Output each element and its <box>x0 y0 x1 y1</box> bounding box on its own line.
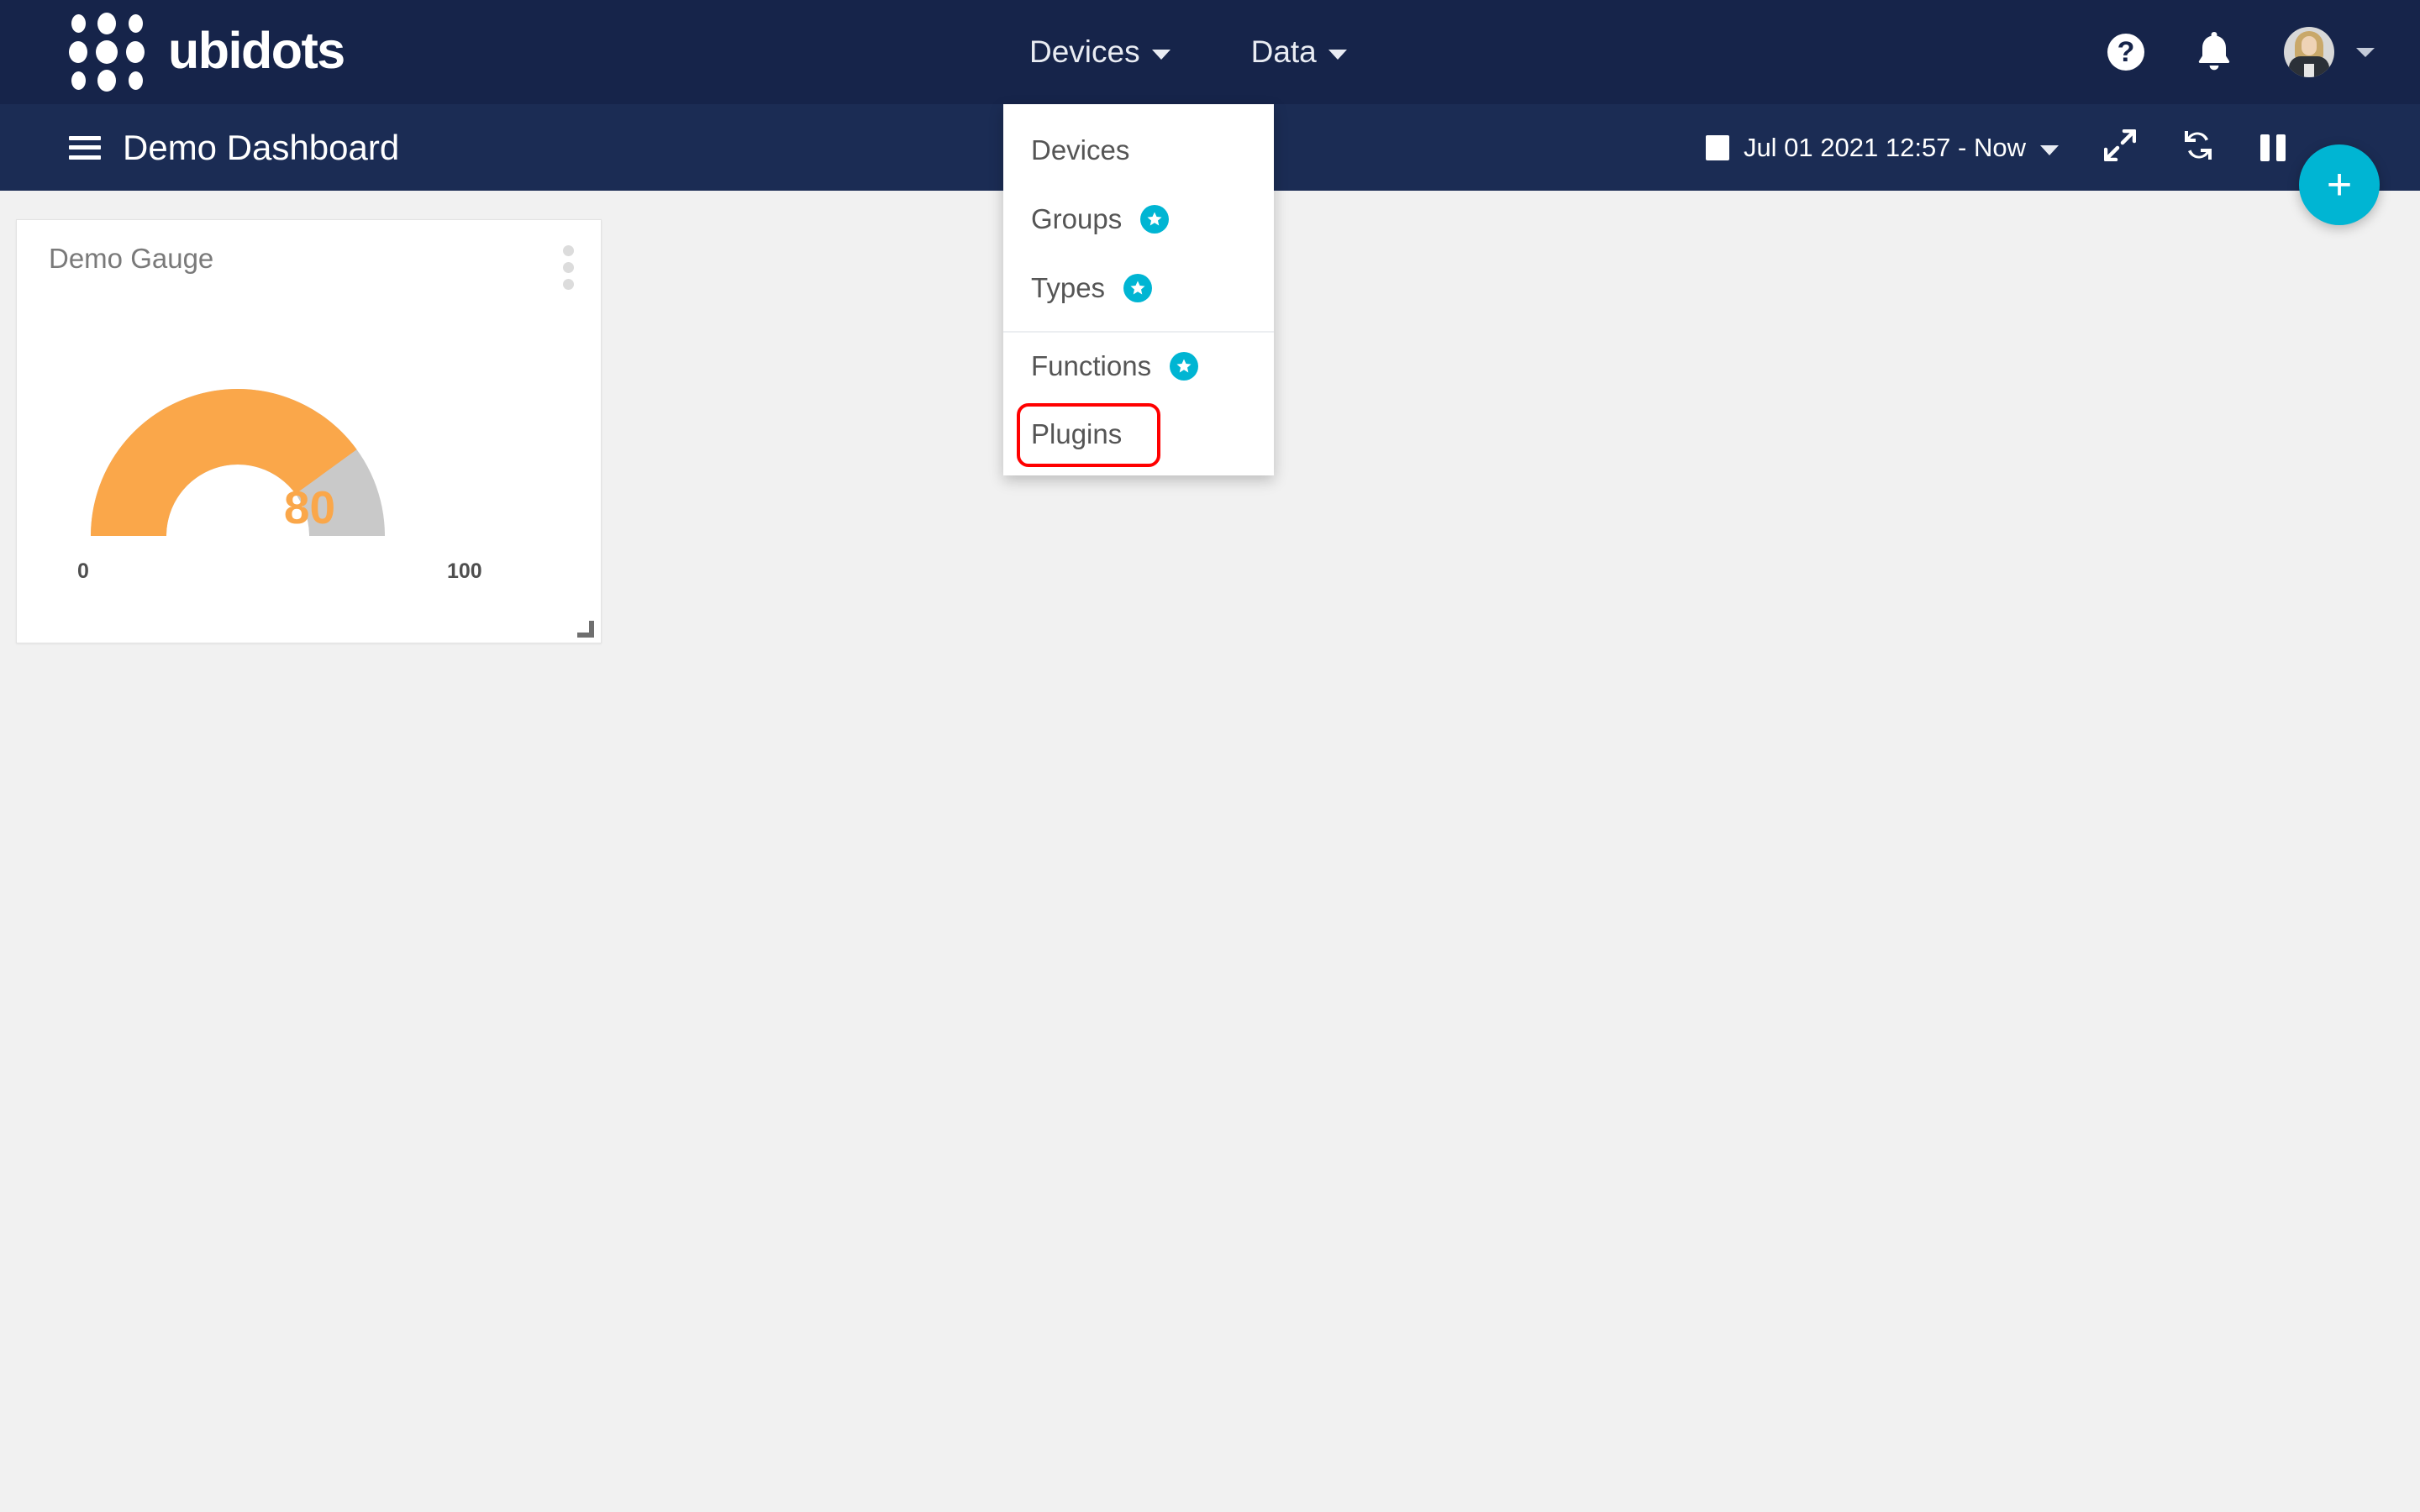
date-range-label: Jul 01 2021 12:57 - Now <box>1743 132 2026 162</box>
add-widget-button[interactable]: + <box>2299 144 2380 225</box>
chevron-down-icon <box>1151 50 1171 60</box>
chevron-down-icon <box>2356 47 2375 57</box>
bell-icon[interactable] <box>2195 29 2233 76</box>
menu-item-functions-label: Functions <box>1031 350 1152 381</box>
devices-dropdown-menu: Devices Groups Types Functions Plugins <box>1003 104 1274 475</box>
refresh-icon[interactable] <box>2181 129 2215 166</box>
account-menu[interactable] <box>2284 27 2375 77</box>
widget-demo-gauge: Demo Gauge 80 0 100 <box>16 219 602 643</box>
avatar[interactable] <box>2284 27 2334 77</box>
expand-arrows-icon[interactable] <box>2103 129 2137 165</box>
brand-name: ubidots <box>168 21 345 79</box>
menu-item-plugins[interactable]: Plugins <box>1003 400 1274 469</box>
widget-title: Demo Gauge <box>49 243 214 274</box>
navbar-actions: ? <box>2107 0 2375 104</box>
menu-item-devices[interactable]: Devices <box>1003 116 1274 185</box>
nav-item-devices-label: Devices <box>1029 34 1140 69</box>
menu-item-types[interactable]: Types <box>1003 254 1274 323</box>
top-navbar: ubidots Devices Data ? <box>0 0 2420 104</box>
hamburger-icon[interactable] <box>69 135 101 160</box>
menu-item-plugins-label: Plugins <box>1031 418 1123 449</box>
menu-item-types-label: Types <box>1031 272 1106 303</box>
gauge-max-tick: 100 <box>447 559 482 583</box>
ubidots-dots-logo-icon <box>67 13 146 92</box>
brand-logo[interactable]: ubidots <box>67 13 345 92</box>
gauge-value: 80 <box>283 481 336 533</box>
chevron-down-icon <box>1328 50 1347 60</box>
pause-icon[interactable] <box>2260 134 2286 161</box>
menu-item-groups-label: Groups <box>1031 203 1123 234</box>
chevron-down-icon <box>2040 144 2059 155</box>
star-icon <box>1123 274 1153 302</box>
nav-item-devices[interactable]: Devices <box>1029 34 1171 70</box>
menu-item-devices-label: Devices <box>1031 134 1130 165</box>
gauge-min-tick: 0 <box>77 559 89 583</box>
date-range-picker[interactable]: Jul 01 2021 12:57 - Now <box>1705 132 2059 163</box>
resize-handle-icon[interactable] <box>577 621 594 638</box>
page-title: Demo Dashboard <box>123 127 400 167</box>
menu-item-groups[interactable]: Groups <box>1003 185 1274 254</box>
calendar-icon <box>1705 134 1729 160</box>
help-icon[interactable]: ? <box>2107 34 2144 71</box>
nav-item-data-label: Data <box>1250 34 1317 69</box>
dashboard-controls: Jul 01 2021 12:57 - Now <box>1705 129 2286 166</box>
star-icon <box>1140 205 1170 234</box>
main-nav: Devices Data <box>1029 0 1347 104</box>
menu-item-functions[interactable]: Functions <box>1003 331 1274 400</box>
kebab-menu-icon[interactable] <box>558 240 579 295</box>
gauge-chart: 80 0 100 <box>17 292 602 595</box>
star-icon <box>1170 352 1199 381</box>
nav-item-data[interactable]: Data <box>1251 34 1347 70</box>
